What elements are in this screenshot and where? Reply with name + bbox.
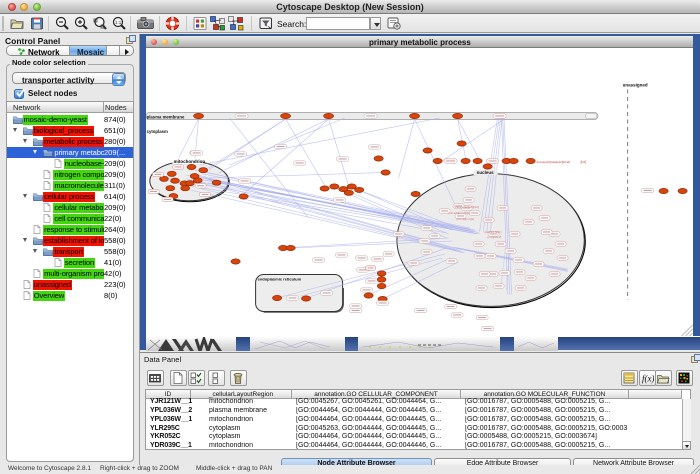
svg-text:1:1: 1:1 xyxy=(115,20,122,25)
svg-text:endoplasmic reticulum: endoplasmic reticulum xyxy=(258,276,302,281)
svg-text:[transporter][act][GO]: [transporter][act][GO] xyxy=(455,205,480,209)
svg-text:nucleus: nucleus xyxy=(477,170,495,175)
svg-text:mitochondrion: mitochondrion xyxy=(174,159,206,164)
svg-text:[t-e]: [t-e] xyxy=(581,160,587,164)
svg-text:[cat][GO:58][x]: [cat][GO:58][x] xyxy=(485,230,502,234)
svg-text:f(x): f(x) xyxy=(642,374,654,384)
svg-text:cytoplasm: cytoplasm xyxy=(147,129,168,134)
svg-text:[cat-act][GO:45][tt]: [cat-act][GO:45][tt] xyxy=(449,211,470,215)
svg-text:unassigned: unassigned xyxy=(623,82,648,87)
svg-text:plasma membrane: plasma membrane xyxy=(147,114,185,119)
svg-text:[transport][catalytic][bind]: [transport][catalytic][bind] xyxy=(537,160,571,164)
svg-text:[m-p][GO:2]: [m-p][GO:2] xyxy=(488,235,502,239)
svg-text:[GO:44][m-t][a]: [GO:44][m-t][a] xyxy=(457,217,474,221)
